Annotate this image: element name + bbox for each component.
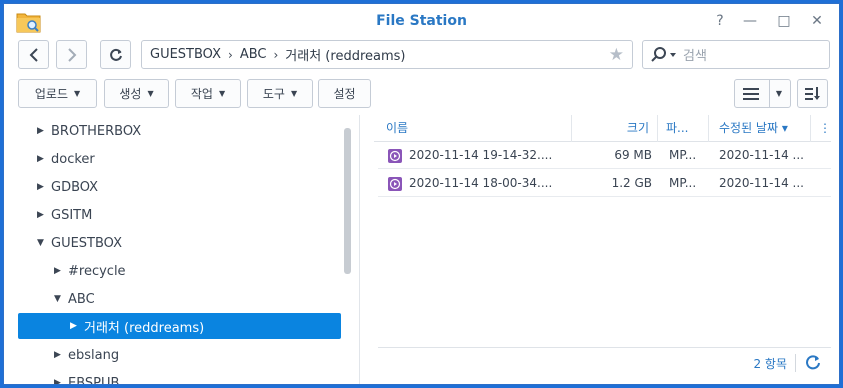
tree-item-label: ebslang (68, 347, 120, 363)
table-row[interactable]: 2020-11-14 18-00-34.... 1.2 GB MP... 202… (378, 170, 831, 197)
file-name: 2020-11-14 19-14-32.... (409, 148, 553, 162)
sort-button[interactable] (797, 79, 828, 108)
favorite-star-icon[interactable]: ★ (609, 45, 624, 65)
caret-right-icon[interactable]: ▶ (54, 350, 68, 360)
upload-button[interactable]: 업로드 ▼ (18, 79, 97, 108)
caret-down-icon: ▼ (775, 89, 783, 98)
file-list-header: 이름 크기 파... 수정된 날짜 ▾ ⋮ (374, 115, 831, 142)
refresh-icon[interactable] (805, 354, 821, 370)
search-icon (651, 46, 676, 62)
folder-tree: ▶ BROTHERBOX ▶ docker ▶ GDBOX ▶ GSITM ▼ … (4, 115, 360, 385)
tree-item-gsitm[interactable]: ▶ GSITM (37, 202, 92, 228)
tree-item-label: ABC (68, 291, 95, 307)
divider (795, 354, 796, 372)
tree-item-ebslang[interactable]: ▶ ebslang (54, 342, 119, 368)
caret-down-icon[interactable]: ▼ (37, 238, 51, 248)
video-file-icon (388, 149, 402, 163)
file-name: 2020-11-14 18-00-34.... (409, 176, 553, 190)
caret-down-icon: ▼ (290, 89, 298, 98)
tree-item-label: BROTHERBOX (51, 123, 142, 139)
tree-item-label: GUESTBOX (51, 235, 122, 251)
sidebar-scrollbar[interactable] (344, 128, 351, 274)
item-count: 2 항목 (753, 357, 787, 371)
column-options-icon[interactable]: ⋮ (811, 115, 831, 142)
caret-right-icon[interactable]: ▶ (70, 321, 84, 331)
divider (768, 80, 770, 107)
column-header-type[interactable]: 파... (658, 115, 709, 142)
status-bar: 2 항목 (378, 347, 831, 377)
tools-label: 도구 (262, 87, 285, 101)
settings-label: 설정 (333, 87, 356, 101)
chevron-right-icon: › (228, 47, 233, 62)
caret-right-icon[interactable]: ▶ (37, 210, 51, 220)
caret-right-icon[interactable]: ▶ (54, 266, 68, 276)
settings-button[interactable]: 설정 (318, 79, 371, 108)
tree-item-label: GDBOX (51, 179, 99, 195)
create-button[interactable]: 생성 ▼ (104, 79, 169, 108)
table-row[interactable]: 2020-11-14 19-14-32.... 69 MB MP... 2020… (378, 142, 831, 169)
tree-item-recycle[interactable]: ▶ #recycle (54, 258, 126, 284)
column-header-modified-label: 수정된 날짜 (719, 121, 779, 135)
breadcrumb-item[interactable]: 거래처 (reddreams) (285, 45, 405, 64)
tree-item-reddreams[interactable]: ▶ 거래처 (reddreams) (18, 313, 341, 339)
video-file-icon (388, 177, 402, 191)
create-label: 생성 (119, 87, 142, 101)
file-modified: 2020-11-14 ... (719, 176, 804, 190)
caret-right-icon[interactable]: ▶ (54, 378, 68, 384)
tree-item-gdbox[interactable]: ▶ GDBOX (37, 174, 98, 200)
breadcrumb-item[interactable]: GUESTBOX (150, 47, 221, 62)
tree-item-abc[interactable]: ▼ ABC (54, 286, 95, 312)
tree-item-docker[interactable]: ▶ docker (37, 146, 95, 172)
file-size: 69 MB (614, 148, 652, 162)
file-list: 이름 크기 파... 수정된 날짜 ▾ ⋮ 2020-11-14 19-14-3… (374, 115, 831, 384)
path-bar[interactable]: GUESTBOX › ABC › 거래처 (reddreams) ★ (141, 40, 633, 69)
refresh-icon (109, 48, 122, 61)
list-icon (742, 87, 759, 100)
sort-icon (804, 86, 820, 100)
tree-item-label: docker (51, 151, 95, 167)
chevron-left-icon (29, 47, 38, 62)
search-placeholder: 검색 (683, 49, 707, 64)
tree-item-label: EBSPUB (68, 375, 120, 385)
tree-item-label: 거래처 (reddreams) (84, 320, 205, 336)
back-button[interactable] (18, 40, 49, 69)
caret-down-icon: ▼ (147, 89, 154, 98)
column-header-size[interactable]: 크기 (572, 115, 658, 142)
column-header-modified[interactable]: 수정된 날짜 ▾ (709, 115, 811, 142)
caret-down-icon[interactable]: ▼ (54, 294, 68, 304)
breadcrumb-item[interactable]: ABC (240, 47, 267, 62)
tree-item-ebspub[interactable]: ▶ EBSPUB (54, 370, 119, 385)
view-mode-button[interactable]: ▼ (734, 79, 791, 108)
file-station-window: File Station ? — □ ✕ GUESTBOX › ABC › 거래… (3, 3, 840, 385)
caret-right-icon[interactable]: ▶ (37, 154, 51, 164)
refresh-button[interactable] (100, 40, 131, 69)
tools-button[interactable]: 도구 ▼ (247, 79, 313, 108)
tree-item-brotherbox[interactable]: ▶ BROTHERBOX (37, 118, 141, 144)
forward-button[interactable] (56, 40, 87, 69)
upload-label: 업로드 (34, 87, 68, 101)
action-button[interactable]: 작업 ▼ (175, 79, 241, 108)
tree-item-label: GSITM (51, 207, 93, 223)
maximize-icon[interactable]: □ (775, 12, 793, 30)
file-modified: 2020-11-14 ... (719, 148, 804, 162)
sort-desc-icon: ▾ (781, 121, 788, 135)
chevron-right-icon: › (273, 47, 279, 62)
action-label: 작업 (190, 87, 213, 101)
caret-right-icon[interactable]: ▶ (37, 182, 51, 192)
help-icon[interactable]: ? (711, 12, 729, 30)
caret-down-icon: ▼ (73, 89, 81, 98)
caret-down-icon: ▼ (218, 89, 226, 98)
caret-right-icon[interactable]: ▶ (37, 126, 51, 136)
file-type: MP... (669, 148, 697, 162)
chevron-right-icon (67, 47, 76, 62)
search-input[interactable]: 검색 (642, 40, 830, 69)
file-size: 1.2 GB (611, 176, 652, 190)
file-type: MP... (669, 176, 697, 190)
tree-item-label: #recycle (68, 263, 126, 279)
close-icon[interactable]: ✕ (808, 12, 826, 30)
column-header-name[interactable]: 이름 (378, 115, 572, 142)
tree-item-guestbox[interactable]: ▼ GUESTBOX (37, 230, 122, 256)
title-bar: File Station ? — □ ✕ (4, 4, 839, 38)
minimize-icon[interactable]: — (741, 12, 759, 30)
